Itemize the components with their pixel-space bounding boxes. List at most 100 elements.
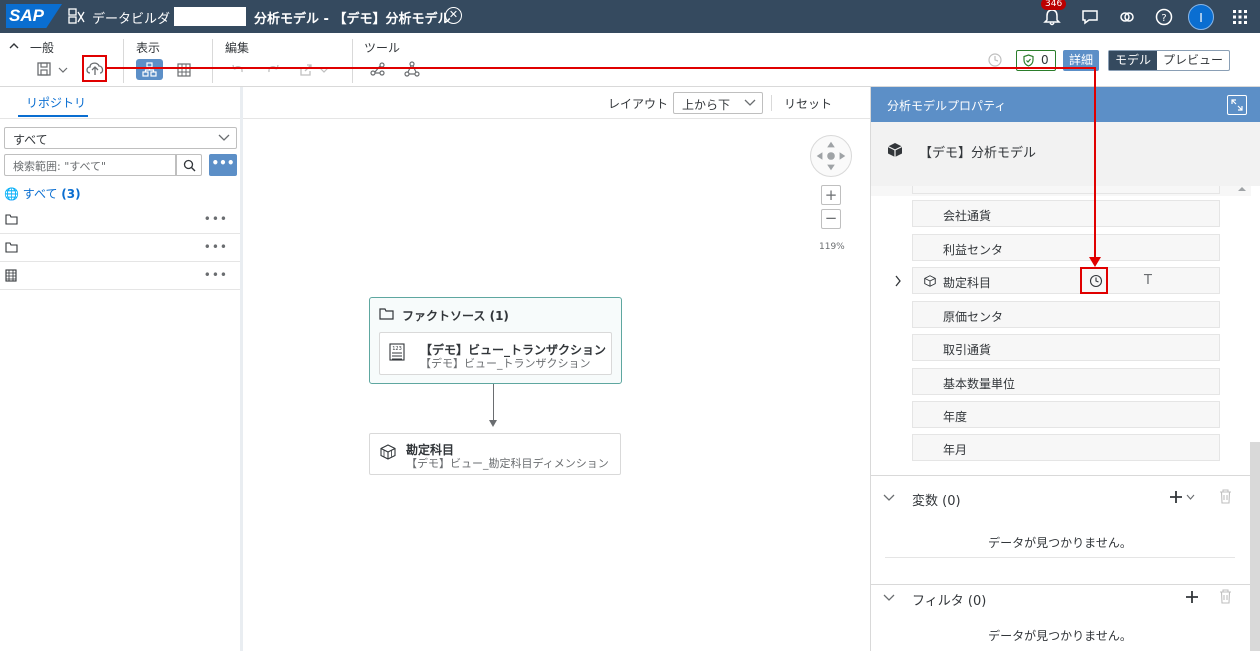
help-icon[interactable]: ? bbox=[1154, 7, 1174, 27]
attribute-row[interactable]: 年度 bbox=[912, 401, 1220, 428]
attribute-row[interactable]: 利益センタ bbox=[912, 234, 1220, 261]
text-type-icon: T bbox=[1144, 273, 1152, 288]
redo-icon[interactable] bbox=[265, 62, 281, 78]
association-arrow bbox=[489, 420, 497, 427]
document-title: 分析モデル - 【デモ】分析モデル bbox=[254, 12, 451, 27]
search-input[interactable]: 検索範囲: "すべて" bbox=[4, 154, 176, 176]
editor-toolbar: 一般 表示 編集 ツール 0 詳細 モデル プレビュー bbox=[0, 33, 1260, 87]
filter-empty-text: データが見つかりません。 bbox=[988, 629, 1132, 643]
product-switch-icon[interactable] bbox=[1230, 7, 1250, 27]
user-avatar[interactable]: I bbox=[1188, 4, 1214, 30]
dimension-subtitle: 【デモ】ビュー_勘定科目ディメンション bbox=[406, 457, 609, 470]
annotation-box-clock bbox=[1080, 267, 1108, 294]
dimension-node[interactable]: 勘定科目 【デモ】ビュー_勘定科目ディメンション bbox=[369, 433, 621, 475]
annotation-box-deploy bbox=[82, 55, 107, 82]
close-document-icon[interactable]: ✕ bbox=[445, 7, 462, 24]
scroll-up-icon[interactable] bbox=[1237, 186, 1247, 192]
repository-row[interactable]: ••• bbox=[0, 262, 240, 290]
tab-repository[interactable]: リポジトリ bbox=[26, 94, 86, 111]
mode-model-button[interactable]: モデル bbox=[1109, 51, 1157, 70]
export-icon[interactable] bbox=[298, 62, 314, 78]
annotation-line bbox=[1094, 67, 1096, 257]
bell-icon[interactable] bbox=[1042, 7, 1062, 27]
search-button[interactable] bbox=[176, 154, 202, 176]
feedback-icon[interactable] bbox=[1080, 7, 1100, 27]
sap-logo[interactable]: SAP bbox=[6, 4, 62, 28]
row-more-icon[interactable]: ••• bbox=[204, 268, 228, 282]
row-more-icon[interactable]: ••• bbox=[204, 212, 228, 226]
pan-navigation-icon[interactable] bbox=[810, 135, 852, 177]
attribute-row[interactable]: 取引通貨 bbox=[912, 334, 1220, 361]
attribute-row[interactable]: 会社通貨 bbox=[912, 200, 1220, 227]
variables-empty-text: データが見つかりません。 bbox=[988, 536, 1132, 550]
save-icon[interactable] bbox=[36, 61, 52, 77]
clock-icon[interactable] bbox=[987, 52, 1003, 68]
attribute-row-account[interactable]: 勘定科目 T bbox=[912, 267, 1220, 294]
analytic-model-icon bbox=[887, 143, 903, 157]
zoom-in-button[interactable]: + bbox=[821, 185, 841, 205]
repository-row[interactable]: ••• bbox=[0, 206, 240, 234]
delete-icon[interactable] bbox=[1219, 489, 1232, 504]
zoom-out-button[interactable]: − bbox=[821, 209, 841, 229]
section-divider bbox=[871, 475, 1251, 476]
globe-icon: 🌐 bbox=[4, 187, 19, 201]
properties-panel: 分析モデルプロパティ 【デモ】分析モデル 会社通貨 利益センタ 勘定科目 T 原… bbox=[870, 87, 1260, 651]
add-icon[interactable] bbox=[1169, 490, 1183, 504]
layout-select[interactable]: 上から下 bbox=[673, 92, 763, 114]
toolbar-separator bbox=[123, 39, 124, 83]
delete-icon[interactable] bbox=[1219, 589, 1232, 604]
properties-header: 分析モデルプロパティ bbox=[871, 87, 1260, 122]
chevron-down-icon bbox=[218, 134, 230, 141]
group-tools-label: ツール bbox=[364, 41, 401, 55]
collapse-chevron-icon bbox=[883, 494, 895, 501]
attribute-cutoff bbox=[871, 186, 1251, 196]
expand-panel-button[interactable] bbox=[1227, 95, 1247, 115]
annotation-arrowhead bbox=[1089, 257, 1101, 267]
expand-chevron-icon[interactable] bbox=[894, 275, 902, 287]
app-name: データビルダ bbox=[92, 12, 171, 27]
folder-icon bbox=[5, 242, 18, 253]
chevron-down-icon[interactable] bbox=[1186, 494, 1195, 500]
folder-icon bbox=[379, 308, 394, 320]
row-more-icon[interactable]: ••• bbox=[204, 240, 228, 254]
variables-section-header[interactable]: 変数 (0) bbox=[871, 484, 1251, 514]
notification-badge: 346 bbox=[1041, 0, 1067, 10]
data-builder-icon bbox=[68, 8, 85, 24]
expand-icon bbox=[1231, 99, 1243, 111]
fact-item-subtitle: 【デモ】ビュー_トランザクション bbox=[420, 357, 591, 370]
mode-preview-button[interactable]: プレビュー bbox=[1157, 51, 1229, 70]
space-name-box bbox=[174, 7, 246, 26]
fact-source-node[interactable]: ファクトソース (1) 123 【デモ】ビュー_トランザクション 【デモ】ビュー… bbox=[369, 297, 622, 384]
table-view-icon[interactable] bbox=[176, 62, 192, 78]
add-icon[interactable] bbox=[1185, 590, 1199, 604]
canvas-toolbar: レイアウト 上から下 リセット bbox=[243, 87, 870, 119]
tab-underline bbox=[18, 115, 88, 117]
attribute-row[interactable]: 基本数量単位 bbox=[912, 368, 1220, 395]
link-icon[interactable] bbox=[1117, 7, 1137, 27]
all-objects-label[interactable]: 🌐 すべて (3) bbox=[4, 185, 81, 202]
attribute-row[interactable]: 原価センタ bbox=[912, 301, 1220, 328]
network-icon[interactable] bbox=[404, 61, 420, 77]
reset-button[interactable]: リセット bbox=[784, 95, 832, 112]
toolbar-separator bbox=[352, 39, 353, 83]
attribute-row[interactable]: 年月 bbox=[912, 434, 1220, 461]
diagram-canvas[interactable]: レイアウト 上から下 リセット + − 119% ファクトソース (1) 123… bbox=[243, 87, 870, 651]
svg-text:123: 123 bbox=[392, 346, 402, 352]
chevron-down-icon[interactable] bbox=[58, 66, 68, 74]
collapse-chevron-icon bbox=[883, 594, 895, 601]
filter-select-value: すべて bbox=[13, 133, 48, 147]
scrollbar-thumb[interactable] bbox=[1250, 442, 1260, 651]
filter-section-header[interactable]: フィルタ (0) bbox=[871, 584, 1251, 614]
impact-lineage-icon[interactable] bbox=[370, 61, 386, 77]
undo-icon[interactable] bbox=[230, 62, 246, 78]
diagram-view-button[interactable] bbox=[136, 59, 163, 80]
filter-select[interactable]: すべて bbox=[4, 127, 237, 149]
more-options-button[interactable]: ••• bbox=[209, 154, 237, 176]
variables-title: 変数 (0) bbox=[912, 494, 961, 509]
collapse-chevron-icon[interactable] bbox=[8, 41, 20, 51]
layout-label: レイアウト bbox=[608, 97, 669, 111]
hierarchy-icon bbox=[142, 62, 157, 77]
fact-item[interactable]: 123 【デモ】ビュー_トランザクション 【デモ】ビュー_トランザクション bbox=[379, 332, 612, 375]
repository-row[interactable]: ••• bbox=[0, 234, 240, 262]
chevron-down-icon bbox=[744, 99, 756, 106]
